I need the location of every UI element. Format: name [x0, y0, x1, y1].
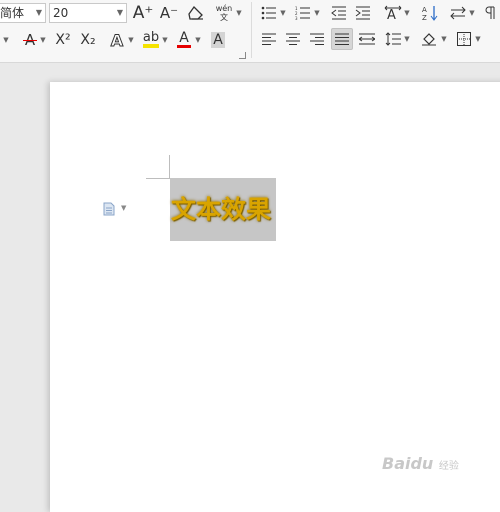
- chevron-down-icon[interactable]: ▼: [403, 34, 411, 44]
- chevron-down-icon: ▼: [35, 8, 42, 17]
- align-center-button[interactable]: [282, 28, 304, 50]
- character-shading-icon: A: [211, 32, 225, 48]
- chevron-down-icon[interactable]: ▼: [121, 204, 126, 212]
- subscript-button[interactable]: X₂: [77, 29, 99, 51]
- decrease-indent-button[interactable]: [328, 2, 350, 24]
- text-effect-button[interactable]: A: [106, 29, 128, 51]
- svg-text:A: A: [422, 6, 427, 14]
- align-character-button[interactable]: [447, 2, 469, 24]
- chevron-down-icon[interactable]: ▼: [313, 8, 321, 18]
- grow-font-button[interactable]: A⁺: [132, 2, 154, 24]
- shrink-font-button[interactable]: A⁻: [158, 2, 180, 24]
- highlight-color-bar: [143, 44, 159, 48]
- paragraph-mark-icon: [485, 6, 495, 19]
- grow-font-icon: A⁺: [132, 3, 154, 23]
- text-direction-icon: A: [384, 5, 402, 21]
- font-size-value: 20: [53, 6, 69, 20]
- chevron-down-icon[interactable]: ▼: [468, 8, 476, 18]
- ribbon-toolbar: 简体 ▼ 20 ▼ A⁺ A⁻ wén 文 ▼ ▼ 123 ▼ A ▼ A Z …: [0, 0, 500, 63]
- chevron-down-icon[interactable]: ▼: [474, 34, 482, 44]
- increase-indent-icon: [355, 6, 370, 20]
- font-color-bar: [177, 45, 191, 48]
- selected-text[interactable]: 文本效果: [171, 190, 271, 226]
- sort-button[interactable]: AZ: [419, 2, 441, 24]
- chevron-down-icon[interactable]: ▼: [194, 35, 202, 45]
- align-justify-icon: [335, 33, 349, 45]
- document-icon: [103, 202, 115, 216]
- character-shading-button[interactable]: A: [207, 29, 229, 51]
- decrease-indent-icon: [331, 6, 346, 20]
- numbered-list-icon: 123: [295, 6, 310, 20]
- bullets-button[interactable]: [258, 2, 280, 24]
- double-arrow-icon: [450, 6, 466, 20]
- group-divider: [251, 2, 252, 58]
- svg-text:Z: Z: [422, 14, 427, 21]
- paint-bucket-icon: [422, 33, 436, 46]
- increase-indent-button[interactable]: [352, 2, 374, 24]
- clear-format-button[interactable]: [185, 2, 207, 24]
- align-center-icon: [286, 33, 300, 45]
- shading-button[interactable]: [419, 28, 441, 50]
- font-name-value: 简体: [0, 6, 25, 20]
- font-color-icon: A: [179, 30, 189, 46]
- chevron-down-icon[interactable]: ▼: [2, 35, 10, 45]
- subscript-icon: X₂: [80, 32, 96, 48]
- margin-marker-horizontal: [146, 178, 170, 179]
- phonetic-guide-icon: wén 文: [215, 4, 233, 22]
- font-size-combo[interactable]: 20 ▼: [49, 3, 127, 23]
- sort-az-icon: AZ: [422, 6, 438, 21]
- highlight-button[interactable]: ab: [140, 29, 162, 51]
- svg-text:A: A: [387, 8, 396, 21]
- text-effect-icon: A: [110, 30, 124, 50]
- superscript-icon: X²: [55, 32, 71, 48]
- line-spacing-button[interactable]: [382, 28, 404, 50]
- align-left-button[interactable]: [258, 28, 280, 50]
- margin-marker-vertical: [169, 155, 170, 179]
- document-page[interactable]: [50, 82, 500, 512]
- chevron-down-icon[interactable]: ▼: [279, 8, 287, 18]
- bullet-list-icon: [261, 6, 276, 20]
- paragraph-handle-icon[interactable]: [103, 201, 115, 216]
- text-direction-button[interactable]: A: [382, 2, 404, 24]
- numbering-button[interactable]: 123: [292, 2, 314, 24]
- borders-button[interactable]: [453, 28, 475, 50]
- chevron-down-icon[interactable]: ▼: [403, 8, 411, 18]
- distributed-align-button[interactable]: [356, 28, 378, 50]
- watermark-logo: Baidu 经验: [382, 454, 459, 473]
- watermark-sub: 经验: [438, 461, 459, 472]
- justify-button[interactable]: [331, 28, 353, 50]
- strikethrough-button[interactable]: A: [19, 29, 41, 51]
- phonetic-guide-button[interactable]: wén 文: [213, 2, 235, 24]
- align-right-icon: [310, 33, 324, 45]
- font-color-button[interactable]: A: [173, 29, 195, 51]
- watermark-brand: Baidu: [382, 454, 434, 473]
- highlight-icon: ab: [142, 30, 160, 45]
- chevron-down-icon[interactable]: ▼: [127, 35, 135, 45]
- align-left-icon: [262, 33, 276, 45]
- eraser-icon: [188, 6, 203, 20]
- show-marks-button[interactable]: [480, 2, 500, 24]
- chevron-down-icon[interactable]: ▼: [235, 8, 243, 18]
- chevron-down-icon[interactable]: ▼: [440, 34, 448, 44]
- font-name-combo[interactable]: 简体 ▼: [0, 3, 46, 23]
- borders-icon: [457, 32, 471, 46]
- align-right-button[interactable]: [306, 28, 328, 50]
- chevron-down-icon: ▼: [116, 8, 123, 17]
- chevron-down-icon[interactable]: ▼: [39, 35, 47, 45]
- strikethrough-icon: A: [22, 31, 38, 49]
- shrink-font-icon: A⁻: [159, 4, 179, 22]
- line-spacing-icon: [385, 32, 401, 46]
- distributed-align-icon: [359, 33, 375, 45]
- superscript-button[interactable]: X²: [52, 29, 74, 51]
- chevron-down-icon[interactable]: ▼: [161, 35, 169, 45]
- svg-text:3: 3: [295, 16, 298, 20]
- font-dialog-launcher[interactable]: [239, 52, 246, 59]
